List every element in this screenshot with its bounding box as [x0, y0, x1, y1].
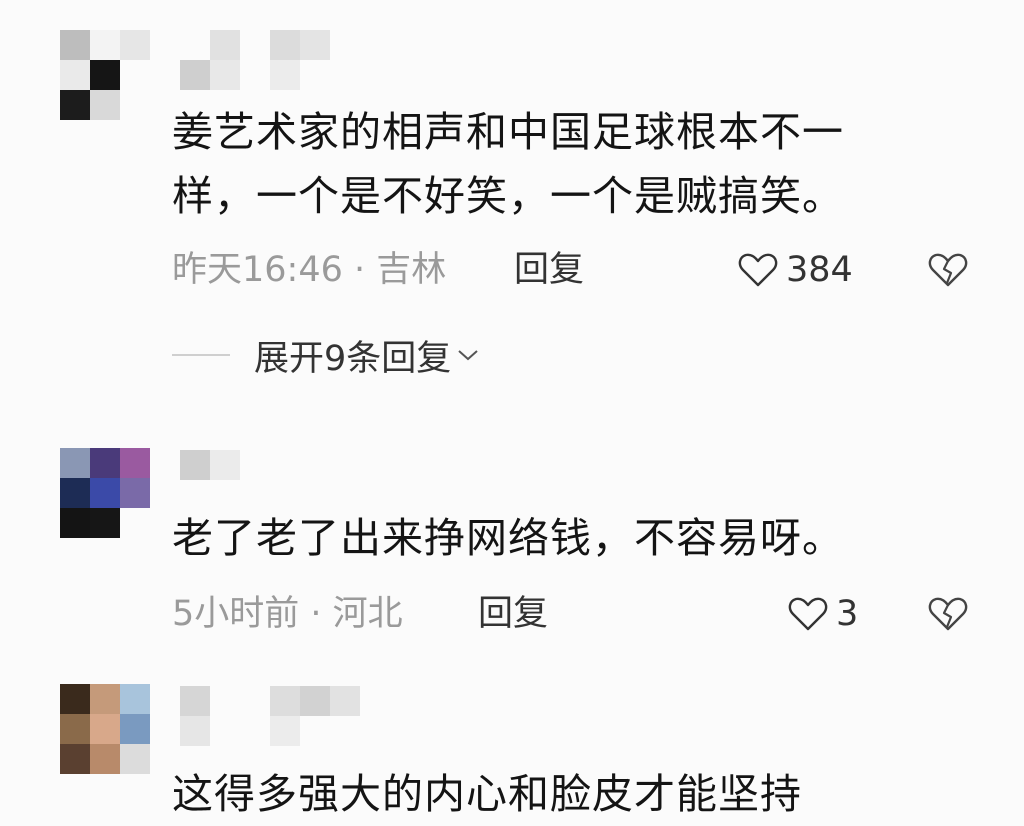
expand-replies-label: 展开9条回复 — [254, 338, 452, 379]
comment-text-line: 样，一个是不好笑，一个是贼搞笑。 — [172, 172, 844, 220]
dislike-button[interactable] — [928, 252, 968, 288]
comment-time-location: 昨天16:46 · 吉林 — [172, 250, 447, 290]
comment-meta-row: 昨天16:46 · 吉林 回复 384 — [172, 248, 984, 292]
chevron-down-icon — [458, 350, 478, 361]
comment-time-location: 5小时前 · 河北 — [172, 594, 403, 634]
comment-text-line: 姜艺术家的相声和中国足球根本不一 — [172, 108, 844, 156]
heart-outline-icon — [738, 253, 778, 287]
reply-button[interactable]: 回复 — [514, 248, 584, 292]
comment-item: 这得多强大的内心和脸皮才能坚持 — [0, 684, 1024, 818]
comment-text: 老了老了出来挣网络钱，不容易呀。 — [172, 506, 972, 570]
avatar[interactable] — [60, 30, 150, 120]
like-button[interactable]: 3 — [788, 592, 858, 636]
expand-replies-button[interactable]: 展开9条回复 — [172, 330, 479, 380]
comment-text-line: 老了老了出来挣网络钱，不容易呀。 — [172, 514, 844, 562]
comment-item: 老了老了出来挣网络钱，不容易呀。 5小时前 · 河北 回复 3 — [0, 440, 1024, 660]
heart-outline-icon — [788, 597, 828, 631]
broken-heart-icon — [928, 253, 968, 287]
avatar[interactable] — [60, 684, 150, 774]
username[interactable] — [180, 30, 340, 90]
reply-button[interactable]: 回复 — [478, 592, 548, 636]
comment-text-line: 这得多强大的内心和脸皮才能坚持 — [172, 770, 802, 818]
username[interactable] — [180, 450, 240, 510]
like-count: 384 — [786, 250, 853, 290]
divider-line — [172, 354, 230, 356]
comment-text: 姜艺术家的相声和中国足球根本不一 样，一个是不好笑，一个是贼搞笑。 — [172, 100, 972, 228]
comment-text: 这得多强大的内心和脸皮才能坚持 — [172, 762, 972, 826]
comment-meta-row: 5小时前 · 河北 回复 3 — [172, 592, 984, 636]
username[interactable] — [180, 686, 360, 746]
like-button[interactable]: 384 — [738, 248, 853, 292]
avatar[interactable] — [60, 448, 150, 538]
comment-item: 姜艺术家的相声和中国足球根本不一 样，一个是不好笑，一个是贼搞笑。 昨天16:4… — [0, 0, 1024, 400]
like-count: 3 — [836, 594, 859, 634]
dislike-button[interactable] — [928, 596, 968, 632]
broken-heart-icon — [928, 597, 968, 631]
